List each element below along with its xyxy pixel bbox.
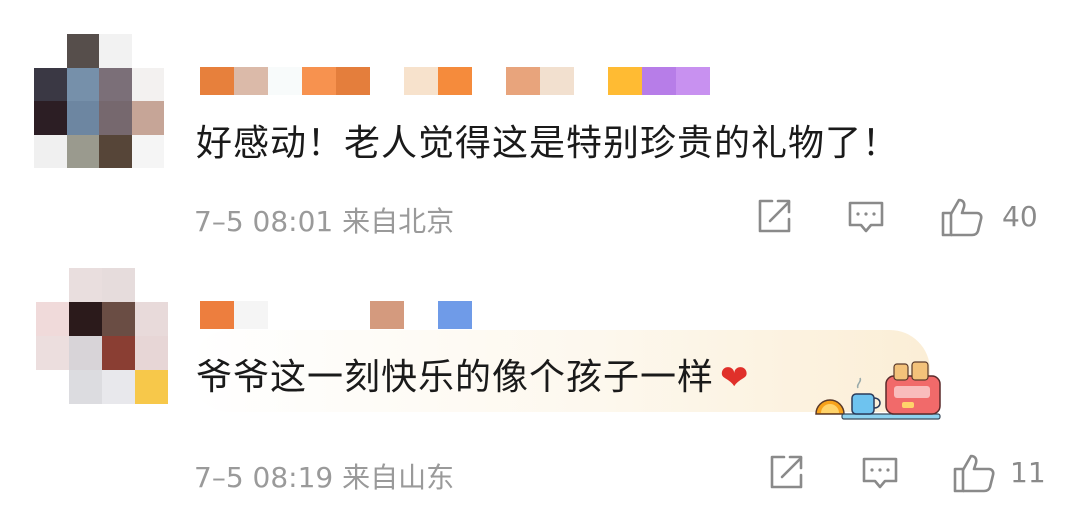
username-pixel (370, 67, 404, 95)
comment-icon[interactable] (860, 452, 900, 492)
share-icon[interactable] (754, 196, 794, 236)
avatar-pixel (99, 34, 132, 68)
thumbs-up-icon[interactable] (952, 452, 995, 493)
breakfast-sticker-icon (812, 358, 946, 424)
username[interactable] (200, 300, 506, 330)
avatar-pixel (135, 336, 168, 370)
like-count: 11 (1010, 456, 1046, 489)
avatar-pixel (66, 134, 99, 168)
username-pixel (472, 67, 506, 95)
avatar-pixel (36, 370, 69, 404)
comment-item: 好感动！老人觉得这是特别珍贵的礼物了！ 7–5 08:01 来自北京 40 (0, 0, 1080, 260)
like-count: 40 (1002, 200, 1038, 233)
comment-text-content: 爷爷这一刻快乐的像个孩子一样 (196, 357, 715, 398)
username-pixel (336, 301, 370, 329)
avatar-pixel (135, 268, 168, 302)
avatar-pixel (99, 101, 132, 135)
username-pixel (234, 301, 268, 329)
avatar-pixel (34, 34, 67, 68)
comment-text: 爷爷这一刻快乐的像个孩子一样 ❤ (196, 348, 750, 400)
avatar-pixel (66, 101, 99, 135)
username-pixel (642, 67, 676, 95)
username[interactable] (200, 66, 710, 96)
avatar-pixel (34, 101, 67, 135)
comment-text: 好感动！老人觉得这是特别珍贵的礼物了！ (196, 123, 900, 164)
username-pixel (200, 301, 234, 329)
comment-meta: 7–5 08:01 来自北京 (194, 200, 454, 240)
avatar-pixel (69, 302, 102, 336)
comment-location: 来自山东 (342, 461, 455, 494)
username-pixel (336, 67, 370, 95)
avatar-pixel (66, 67, 99, 101)
avatar-pixel (69, 268, 102, 302)
avatar-pixel (69, 336, 102, 370)
username-pixel (404, 67, 438, 95)
avatar-pixel (69, 370, 102, 404)
avatar-pixel (102, 370, 135, 404)
username-pixel (574, 67, 608, 95)
username-pixel (472, 301, 506, 329)
username-pixel (506, 67, 540, 95)
username-pixel (438, 67, 472, 95)
thumbs-up-icon[interactable] (940, 196, 983, 237)
avatar-pixel (135, 370, 168, 404)
avatar-pixel (99, 134, 132, 168)
avatar-pixel (102, 302, 135, 336)
avatar-pixel (99, 67, 132, 101)
avatar-pixel (36, 268, 69, 302)
username-pixel (608, 67, 642, 95)
avatar-pixel (36, 302, 69, 336)
comment-item: 爷爷这一刻快乐的像个孩子一样 ❤ 7–5 08:19 来自山东 11 (0, 262, 1080, 513)
username-pixel (268, 67, 302, 95)
comment-location: 来自北京 (342, 205, 455, 238)
username-pixel (370, 301, 404, 329)
avatar-pixel (34, 134, 67, 168)
comment-time: 7–5 08:01 (194, 205, 334, 238)
comment-icon[interactable] (846, 196, 886, 236)
username-pixel (234, 67, 268, 95)
avatar-pixel (135, 302, 168, 336)
avatar[interactable] (36, 268, 168, 404)
username-pixel (540, 67, 574, 95)
comment-meta: 7–5 08:19 来自山东 (194, 456, 454, 496)
username-pixel (302, 67, 336, 95)
avatar-pixel (36, 336, 69, 370)
username-pixel (302, 301, 336, 329)
username-pixel (268, 301, 302, 329)
comment-time: 7–5 08:19 (194, 461, 334, 494)
avatar-pixel (34, 67, 67, 101)
username-pixel (438, 301, 472, 329)
avatar-pixel (131, 101, 164, 135)
avatar-pixel (131, 34, 164, 68)
avatar-pixel (131, 134, 164, 168)
avatar-pixel (102, 268, 135, 302)
avatar-pixel (66, 34, 99, 68)
username-pixel (404, 301, 438, 329)
avatar[interactable] (34, 34, 164, 168)
avatar-pixel (102, 336, 135, 370)
share-icon[interactable] (766, 452, 806, 492)
heart-emoji: ❤ (720, 358, 750, 398)
avatar-pixel (131, 67, 164, 101)
username-pixel (676, 67, 710, 95)
username-pixel (200, 67, 234, 95)
